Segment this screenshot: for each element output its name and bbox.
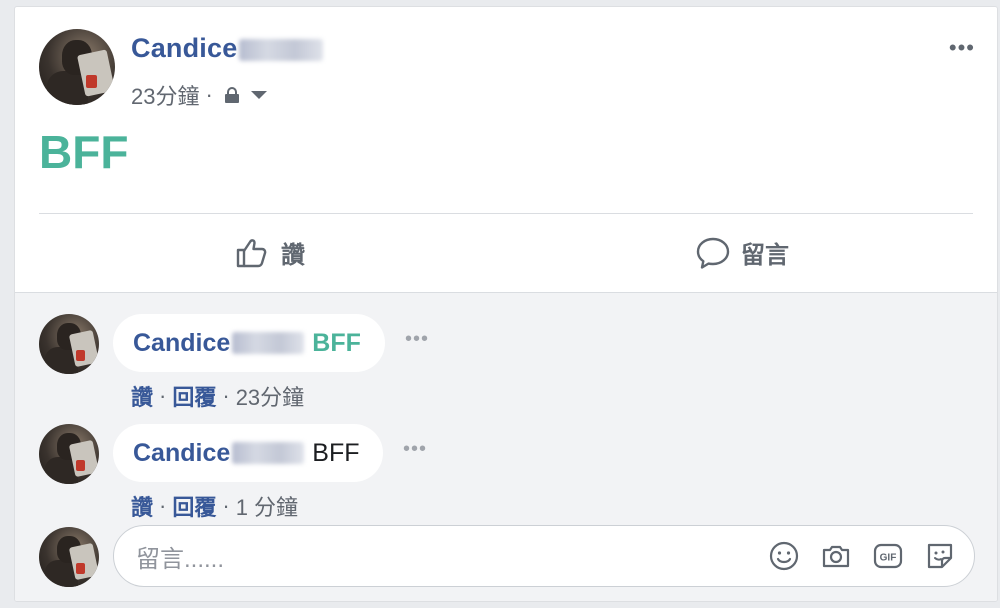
- comment-text: BFF: [312, 328, 361, 357]
- redacted-name-blur: [232, 332, 305, 354]
- author-name-text[interactable]: Candice: [131, 33, 237, 63]
- comment-input[interactable]: 留言...... GIF: [113, 525, 975, 587]
- comment-options-icon[interactable]: •••: [405, 328, 429, 351]
- lock-icon: [224, 87, 239, 103]
- action-separator: ·: [222, 493, 230, 518]
- camera-icon[interactable]: [820, 540, 852, 572]
- thumbs-up-icon: [236, 239, 267, 268]
- comment-bubble: Candice BFF: [113, 424, 383, 482]
- comment-actions: 讚 · 回覆 · 23分鐘: [131, 380, 304, 412]
- redacted-name-blur: [239, 38, 324, 61]
- comment-input-placeholder: 留言......: [136, 545, 225, 573]
- author-avatar[interactable]: [39, 29, 115, 105]
- comment-button[interactable]: 留言: [695, 231, 789, 273]
- comment-actions: 讚 · 回覆 · 1 分鐘: [131, 490, 298, 522]
- action-separator: ·: [159, 383, 167, 408]
- meta-separator: ·: [205, 82, 213, 107]
- comment-like-link[interactable]: 讚: [131, 490, 153, 522]
- commenter-name[interactable]: Candice: [133, 439, 230, 468]
- comment-button-label: 留言: [741, 241, 789, 269]
- svg-text:GIF: GIF: [880, 553, 897, 564]
- speech-bubble-icon: [696, 237, 730, 269]
- redacted-name-blur: [232, 442, 305, 464]
- emoji-icon[interactable]: [768, 540, 800, 572]
- comment-bubble: Candice BFF: [113, 314, 385, 372]
- sticker-icon[interactable]: [924, 540, 956, 572]
- comment-timestamp[interactable]: 23分鐘: [236, 380, 304, 412]
- action-separator: ·: [222, 383, 230, 408]
- commenter-avatar[interactable]: [39, 424, 99, 484]
- composer-icons: GIF: [768, 540, 956, 572]
- post-meta: 23分鐘 ·: [131, 79, 267, 111]
- comment-text: BFF: [312, 438, 360, 467]
- comment-reply-link[interactable]: 回覆: [172, 490, 216, 522]
- comment-reply-link[interactable]: 回覆: [172, 380, 216, 412]
- comment-timestamp[interactable]: 1 分鐘: [236, 490, 298, 522]
- current-user-avatar: [39, 527, 99, 587]
- action-separator: ·: [159, 493, 167, 518]
- comment-like-link[interactable]: 讚: [131, 380, 153, 412]
- commenter-avatar[interactable]: [39, 314, 99, 374]
- like-button[interactable]: 讚: [235, 231, 305, 273]
- commenter-name[interactable]: Candice: [133, 329, 230, 358]
- post-text: BFF: [39, 126, 129, 178]
- post-timestamp[interactable]: 23分鐘: [131, 79, 199, 111]
- comment-composer: 留言...... GIF: [39, 525, 975, 589]
- post-card: Candice 23分鐘 · ••• BFF 讚 留言 Candice BFF …: [14, 6, 998, 602]
- like-button-label: 讚: [281, 241, 305, 269]
- author-name[interactable]: Candice: [131, 33, 324, 64]
- comment-options-icon[interactable]: •••: [403, 438, 427, 461]
- audience-dropdown-icon[interactable]: [250, 91, 267, 99]
- post-options-icon[interactable]: •••: [949, 35, 975, 61]
- divider: [39, 213, 973, 214]
- gif-icon[interactable]: GIF: [872, 540, 904, 572]
